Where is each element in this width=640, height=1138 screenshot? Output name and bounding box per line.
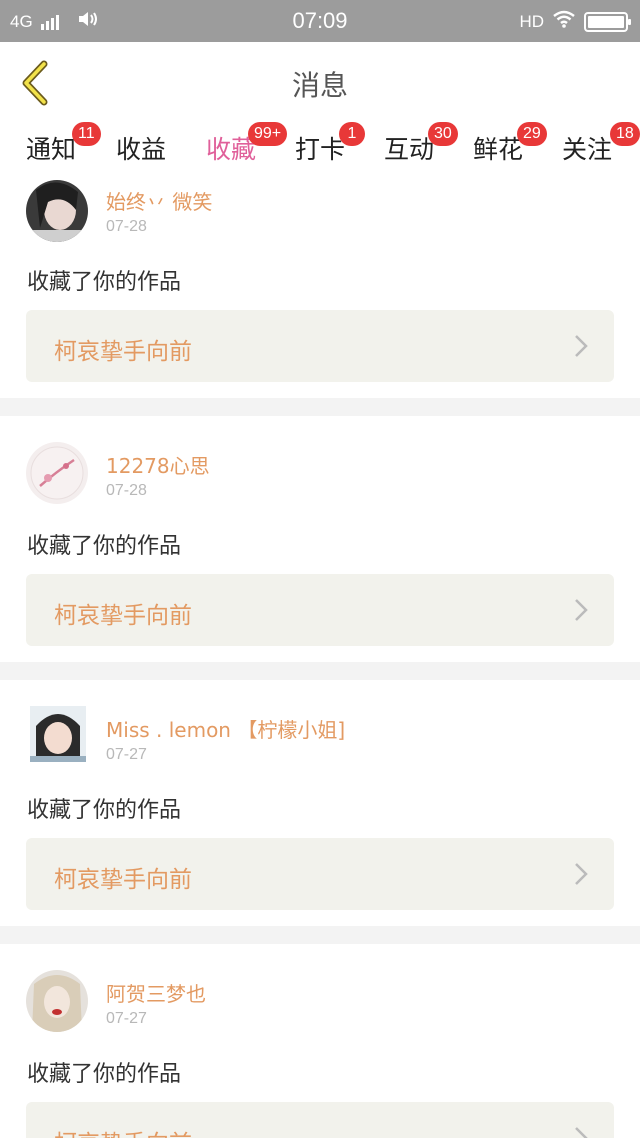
tab-label: 打卡 (295, 135, 346, 164)
avatar[interactable] (26, 970, 88, 1032)
username[interactable]: 始终丷 微笑 (106, 186, 212, 215)
activity-text: 收藏了你的作品 (27, 270, 182, 295)
unread-badge: 99+ (248, 122, 288, 146)
chevron-right-icon (575, 599, 588, 621)
timestamp: 07-28 (106, 482, 147, 499)
favorites-feed[interactable]: 始终丷 微笑 07-28 收藏了你的作品 柯哀挚手向前 12278心思 07-2… (0, 178, 640, 1138)
status-right: HD (519, 10, 631, 33)
work-title: 柯哀挚手向前 (54, 1124, 192, 1138)
work-title: 柯哀挚手向前 (54, 603, 192, 629)
unread-badge: 1 (339, 122, 365, 146)
tab-favorites[interactable]: 收藏 99+ (206, 122, 288, 182)
list-item: 12278心思 07-28 收藏了你的作品 柯哀挚手向前 (0, 416, 640, 662)
chevron-right-icon (575, 335, 588, 357)
chevron-right-icon (575, 1127, 588, 1138)
hd-indicator: HD (519, 11, 544, 31)
work-link[interactable]: 柯哀挚手向前 (26, 838, 614, 910)
tab-following[interactable]: 关注 18 (562, 122, 640, 176)
activity-text: 收藏了你的作品 (27, 534, 182, 559)
timestamp: 07-27 (106, 746, 147, 763)
activity-text: 收藏了你的作品 (27, 1062, 182, 1087)
status-bar: 4G 07:09 HD (0, 0, 640, 42)
app-header: 消息 (0, 42, 640, 122)
work-link[interactable]: 柯哀挚手向前 (26, 1102, 614, 1138)
tab-label: 通知 (26, 135, 77, 164)
avatar[interactable] (26, 442, 88, 504)
tab-earnings[interactable]: 收益 (116, 130, 166, 176)
tab-flowers[interactable]: 鲜花 29 (473, 122, 547, 176)
list-item: 始终丷 微笑 07-28 收藏了你的作品 柯哀挚手向前 (0, 178, 640, 398)
username[interactable]: 12278心思 (106, 450, 210, 479)
tab-label: 收益 (116, 135, 167, 164)
tab-label: 关注 (562, 135, 613, 164)
unread-badge: 11 (72, 122, 101, 146)
username[interactable]: Miss . lemon 【柠檬小姐] (106, 714, 345, 743)
page-title: 消息 (291, 69, 348, 102)
unread-badge: 30 (428, 122, 458, 146)
wifi-icon (552, 10, 576, 33)
work-title: 柯哀挚手向前 (54, 339, 192, 365)
list-item: Miss . lemon 【柠檬小姐] 07-27 收藏了你的作品 柯哀挚手向前 (0, 680, 640, 926)
timestamp: 07-27 (106, 1010, 147, 1027)
work-link[interactable]: 柯哀挚手向前 (26, 310, 614, 382)
timestamp: 07-28 (106, 218, 147, 235)
battery-icon (584, 11, 631, 32)
activity-text: 收藏了你的作品 (27, 798, 182, 823)
username[interactable]: 阿贺三梦也 (106, 978, 206, 1007)
work-link[interactable]: 柯哀挚手向前 (26, 574, 614, 646)
work-title: 柯哀挚手向前 (54, 867, 192, 893)
tab-label: 鲜花 (473, 135, 524, 164)
tab-label: 互动 (384, 135, 435, 164)
avatar[interactable] (30, 706, 86, 762)
unread-badge: 29 (517, 122, 547, 146)
tab-bar: 通知 11 收益 收藏 99+ 打卡 1 互动 30 鲜花 29 关注 18 (0, 120, 640, 182)
tab-checkin[interactable]: 打卡 1 (295, 122, 365, 176)
chevron-right-icon (575, 863, 588, 885)
avatar[interactable] (26, 180, 88, 242)
tab-interactions[interactable]: 互动 30 (384, 122, 458, 176)
tab-notifications[interactable]: 通知 11 (26, 122, 101, 176)
unread-badge: 18 (610, 122, 640, 146)
list-item: 阿贺三梦也 07-27 收藏了你的作品 柯哀挚手向前 (0, 944, 640, 1138)
